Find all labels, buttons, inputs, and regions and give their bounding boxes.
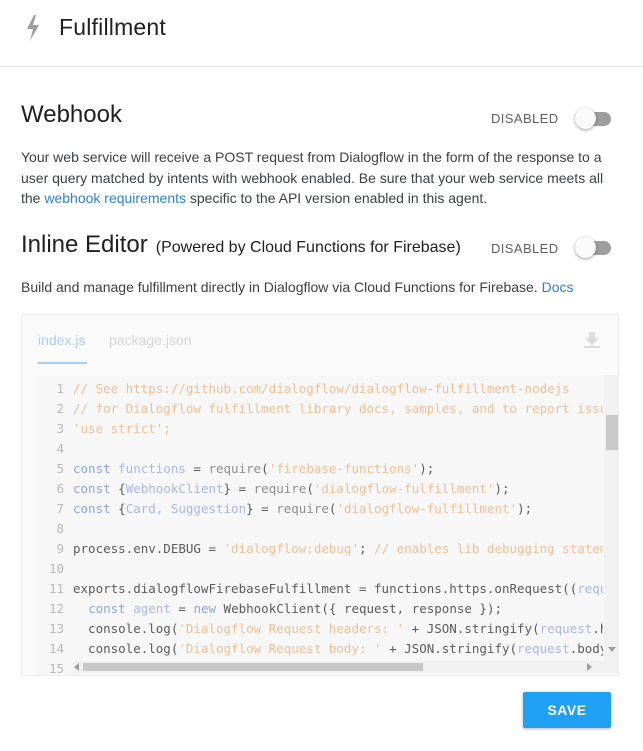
code-line: const functions = require('firebase-func…	[73, 461, 435, 476]
code-line: const {Card, Suggestion} = require('dial…	[73, 501, 533, 516]
code-line: // See https://github.com/dialogflow/dia…	[73, 381, 570, 396]
tab-package-json[interactable]: package.json	[109, 332, 192, 348]
code-line: const agent = new WebhookClient({ reques…	[88, 601, 502, 616]
inline-editor-toggle-label: DISABLED	[491, 241, 559, 256]
code-content[interactable]: // See https://github.com/dialogflow/dia…	[73, 379, 603, 675]
scroll-down-icon[interactable]	[608, 647, 616, 652]
webhook-desc-suffix: specific to the API version enabled in t…	[186, 190, 488, 206]
page-header: Fulfillment	[0, 0, 643, 67]
download-icon[interactable]	[583, 331, 601, 349]
editor-tabs: index.js package.json	[22, 315, 618, 367]
code-line: exports.dialogflowFirebaseFulfillment = …	[73, 581, 603, 596]
line-number: 15	[48, 661, 64, 676]
line-number: 7	[56, 501, 64, 516]
code-line: const {WebhookClient} = require('dialogf…	[73, 481, 510, 496]
line-number: 13	[48, 621, 64, 636]
line-numbers: 1 2 3 4 5 6 7 8 9 10 11 12 13 14 15	[34, 379, 67, 676]
line-number: 8	[56, 521, 64, 536]
tab-index-js[interactable]: index.js	[38, 332, 85, 348]
code-editor: index.js package.json 1 2 3 4 5 6 7 8 9 …	[21, 314, 619, 676]
line-number: 9	[56, 541, 64, 556]
inline-editor-toggle[interactable]	[575, 237, 611, 259]
line-number: 14	[48, 641, 64, 656]
line-number: 12	[48, 601, 64, 616]
horizontal-scrollbar[interactable]	[73, 661, 618, 673]
code-line: console.log('Dialogflow Request body: ' …	[73, 641, 603, 656]
code-line: console.log('Dialogflow Request headers:…	[73, 621, 603, 636]
code-line: 'use strict';	[73, 421, 171, 436]
scrollbar-thumb[interactable]	[606, 415, 618, 450]
line-number: 1	[56, 381, 64, 396]
webhook-toggle[interactable]	[575, 108, 611, 130]
vertical-scrollbar[interactable]	[604, 375, 618, 665]
scroll-left-icon[interactable]	[74, 663, 79, 671]
save-button[interactable]: SAVE	[523, 692, 611, 728]
webhook-title: Webhook	[21, 101, 122, 128]
inline-editor-title-text: Inline Editor	[21, 231, 148, 258]
active-tab-indicator	[38, 362, 87, 364]
page-title: Fulfillment	[59, 14, 167, 40]
line-number: 5	[56, 461, 64, 476]
line-number: 4	[56, 441, 64, 456]
code-line: process.env.DEBUG = 'dialogflow:debug'; …	[73, 541, 603, 556]
code-line: // for Dialogflow fulfillment library do…	[73, 401, 603, 416]
line-number: 2	[56, 401, 64, 416]
line-number: 11	[48, 581, 64, 596]
docs-link[interactable]: Docs	[542, 279, 574, 295]
code-area[interactable]: 1 2 3 4 5 6 7 8 9 10 11 12 13 14 15 // S…	[34, 375, 618, 676]
line-number: 10	[48, 561, 64, 576]
bolt-icon	[27, 15, 39, 41]
inline-editor-description: Build and manage fulfillment directly in…	[21, 277, 621, 298]
webhook-toggle-label: DISABLED	[491, 111, 559, 126]
inline-editor-subtitle: (Powered by Cloud Functions for Firebase…	[155, 239, 461, 256]
line-number: 3	[56, 421, 64, 436]
webhook-requirements-link[interactable]: webhook requirements	[44, 190, 186, 206]
scroll-right-icon[interactable]	[587, 663, 592, 671]
toggle-thumb	[575, 108, 596, 129]
scrollbar-thumb[interactable]	[83, 663, 423, 671]
inline-editor-title: Inline Editor (Powered by Cloud Functions…	[21, 231, 461, 259]
webhook-description: Your web service will receive a POST req…	[21, 147, 621, 209]
line-number: 6	[56, 481, 64, 496]
toggle-thumb	[575, 237, 596, 258]
inline-editor-desc-text: Build and manage fulfillment directly in…	[21, 279, 542, 295]
